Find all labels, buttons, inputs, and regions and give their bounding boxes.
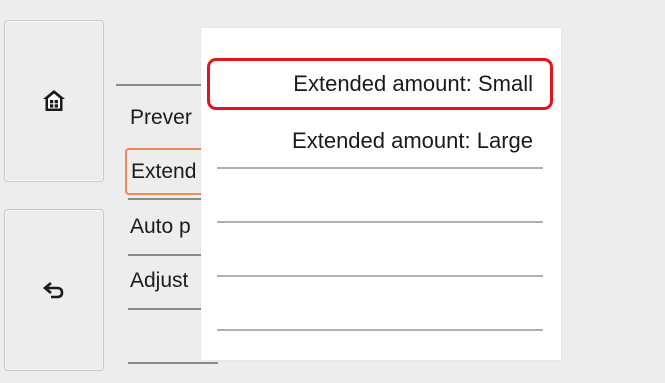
option-extended-small[interactable]: Extended amount: Small (207, 58, 553, 110)
popup-divider (217, 221, 543, 223)
printer-panel-screen: Prever Extend Auto p Adjust Extended amo… (0, 0, 665, 383)
popup-divider (217, 275, 543, 277)
back-arrow-icon (42, 282, 64, 299)
popup-divider (217, 167, 543, 169)
popup-divider (217, 329, 543, 331)
home-button[interactable] (4, 20, 104, 182)
back-button[interactable] (4, 209, 104, 371)
extended-amount-popup: Extended amount: Small Extended amount: … (201, 28, 561, 360)
option-extended-large[interactable]: Extended amount: Large (207, 115, 553, 167)
home-icon (43, 90, 65, 111)
menu-divider (128, 362, 218, 364)
